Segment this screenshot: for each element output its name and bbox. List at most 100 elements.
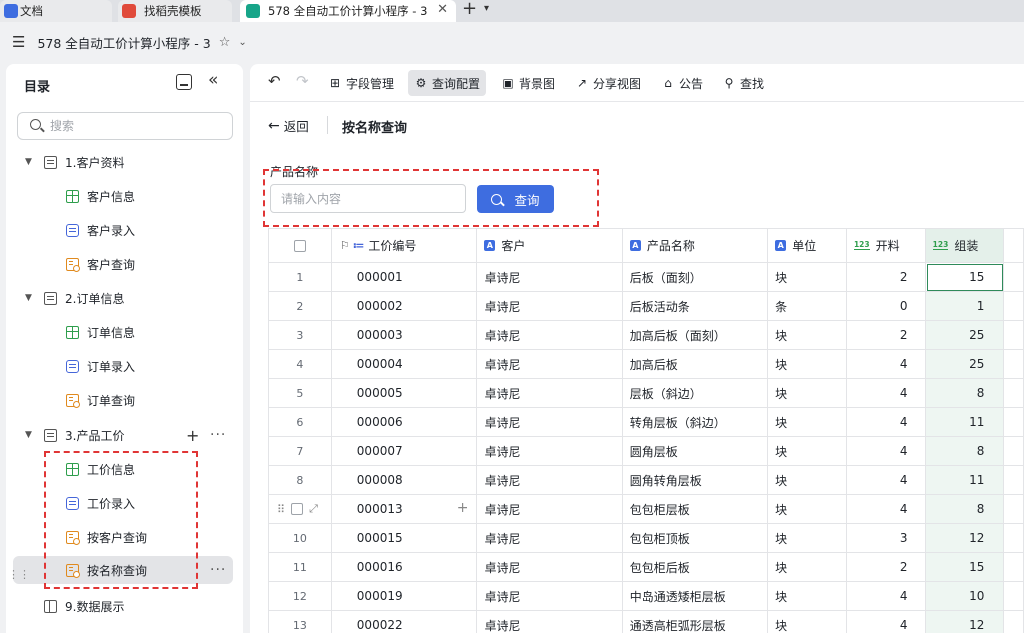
browser-tab-templates[interactable]: 找稻壳模板 bbox=[118, 0, 232, 22]
sidebar-item-customer-query[interactable]: 客户查询 bbox=[6, 250, 243, 278]
cell-customer[interactable]: 卓诗尼 bbox=[477, 292, 623, 321]
cell-cut[interactable]: 4 bbox=[846, 350, 926, 379]
add-icon[interactable]: + bbox=[186, 426, 199, 445]
row-index[interactable]: 6 bbox=[269, 408, 332, 437]
cell-unit[interactable]: 块 bbox=[768, 524, 847, 553]
cell-assemble[interactable]: 8 bbox=[925, 495, 1005, 524]
select-all-checkbox[interactable] bbox=[293, 239, 306, 252]
cell-assemble[interactable]: 8 bbox=[925, 379, 1005, 408]
table-row[interactable]: 1 000001 卓诗尼 后板（面刻） 块 2 15 bbox=[269, 263, 1024, 292]
cell-product[interactable]: 中岛通透矮柜层板 bbox=[622, 582, 769, 611]
cell-product[interactable]: 圆角转角层板 bbox=[622, 466, 769, 495]
cell-code[interactable]: 000022 bbox=[332, 611, 478, 633]
cell-unit[interactable]: 块 bbox=[768, 495, 847, 524]
cell-cut[interactable]: 4 bbox=[846, 437, 926, 466]
table-row[interactable]: 7 000007 卓诗尼 圆角层板 块 4 8 bbox=[269, 437, 1024, 466]
cell-assemble[interactable]: 8 bbox=[925, 437, 1005, 466]
query-button[interactable]: 查询 bbox=[477, 185, 554, 213]
cell-assemble[interactable]: 15 bbox=[925, 553, 1005, 582]
collapse-sidebar-icon[interactable]: « bbox=[208, 70, 219, 90]
cell-product[interactable]: 后板（面刻） bbox=[622, 263, 769, 292]
cell-assemble[interactable]: 11 bbox=[925, 408, 1005, 437]
find-button[interactable]: ⚲ 查找 bbox=[716, 70, 770, 96]
product-name-input[interactable] bbox=[270, 184, 466, 213]
sidebar-item-order-entry[interactable]: 订单录入 bbox=[6, 352, 243, 380]
cell-customer[interactable]: 卓诗尼 bbox=[477, 553, 623, 582]
table-row[interactable]: 6 000006 卓诗尼 转角层板（斜边） 块 4 11 bbox=[269, 408, 1024, 437]
table-row[interactable]: ⠿ ⤢ 000013 + 卓诗尼 包包柜层板块 4 8 bbox=[269, 495, 1024, 524]
cell-product[interactable]: 加高后板 bbox=[622, 350, 769, 379]
cell-customer[interactable]: 卓诗尼 bbox=[477, 350, 623, 379]
row-checkbox[interactable] bbox=[291, 503, 304, 515]
caret-down-icon[interactable]: ▼ bbox=[25, 157, 32, 167]
cell-code[interactable]: 000005 bbox=[331, 379, 478, 408]
row-index[interactable]: 12 bbox=[269, 582, 332, 611]
cell-cut[interactable]: 2 bbox=[846, 263, 926, 292]
cell-cut[interactable]: 2 bbox=[846, 553, 926, 582]
background-image-button[interactable]: ▣ 背景图 bbox=[495, 70, 561, 96]
cell-customer[interactable]: 卓诗尼 bbox=[477, 408, 623, 437]
expand-row-icon[interactable]: ⤢ bbox=[309, 502, 318, 516]
table-row[interactable]: 12 000019 卓诗尼 中岛通透矮柜层板 块 4 10 bbox=[269, 582, 1024, 611]
table-row[interactable]: 3 000003 卓诗尼 加高后板（面刻） 块 2 25 bbox=[269, 321, 1024, 350]
sidebar-item-query-by-name[interactable]: 按名称查询 ··· bbox=[13, 556, 233, 584]
cell-product[interactable]: 通透高柜弧形层板 bbox=[623, 611, 769, 633]
cell-code[interactable]: 000008 bbox=[331, 466, 478, 495]
cell-product[interactable]: 包包柜后板 bbox=[622, 553, 769, 582]
hamburger-menu-icon[interactable]: ☰ bbox=[12, 33, 25, 51]
column-header-product[interactable]: A 产品名称 bbox=[622, 229, 769, 263]
add-icon[interactable]: + bbox=[457, 500, 469, 516]
sidebar-item-price-info[interactable]: 工价信息 bbox=[6, 455, 243, 483]
cell-cut[interactable]: 4 bbox=[846, 379, 926, 408]
column-header-cut[interactable]: 123 开料 bbox=[846, 229, 926, 263]
select-all-cell[interactable] bbox=[269, 229, 332, 263]
cell-cut[interactable]: 4 bbox=[846, 408, 926, 437]
cell-customer[interactable]: 卓诗尼 bbox=[477, 611, 623, 633]
cell-customer[interactable]: 卓诗尼 bbox=[477, 321, 623, 350]
cell-unit[interactable]: 块 bbox=[768, 263, 847, 292]
cell-code[interactable]: 000013 + bbox=[331, 495, 478, 524]
table-row[interactable]: 10 000015 卓诗尼 包包柜顶板 块 3 12 bbox=[269, 524, 1024, 553]
announcement-button[interactable]: ⌂ 公告 bbox=[655, 70, 709, 96]
table-row[interactable]: 2 000002 卓诗尼 后板活动条 条 0 1 bbox=[269, 292, 1024, 321]
browser-tab-docs[interactable]: 文档 bbox=[0, 0, 112, 22]
cell-unit[interactable]: 块 bbox=[768, 582, 847, 611]
sidebar-item-dashboard[interactable]: 9.数据展示 bbox=[6, 592, 243, 620]
cell-unit[interactable]: 块 bbox=[768, 611, 847, 633]
cell-code[interactable]: 000004 bbox=[331, 350, 478, 379]
table-row[interactable]: 5 000005 卓诗尼 层板（斜边） 块 4 8 bbox=[269, 379, 1024, 408]
cell-code[interactable]: 000002 bbox=[331, 292, 478, 321]
cell-unit[interactable]: 块 bbox=[768, 379, 847, 408]
cell-unit[interactable]: 条 bbox=[768, 292, 847, 321]
caret-down-icon[interactable]: ▼ bbox=[25, 430, 32, 440]
row-index[interactable]: ⠿ ⤢ bbox=[269, 495, 332, 524]
more-options-icon[interactable]: ··· bbox=[210, 562, 226, 578]
cell-code[interactable]: 000016 bbox=[331, 553, 478, 582]
cell-code[interactable]: 000006 bbox=[331, 408, 478, 437]
cell-unit[interactable]: 块 bbox=[768, 350, 847, 379]
cell-assemble[interactable]: 11 bbox=[925, 466, 1005, 495]
table-row[interactable]: 13 000022 卓诗尼 通透高柜弧形层板 块 4 12 bbox=[269, 611, 1024, 633]
column-header-assemble[interactable]: 123 组装 bbox=[925, 229, 1005, 263]
cell-product[interactable]: 圆角层板 bbox=[622, 437, 769, 466]
document-title[interactable]: 578 全自动工价计算小程序 - 3 bbox=[37, 33, 210, 52]
cell-assemble[interactable]: 25 bbox=[925, 321, 1005, 350]
sidebar-item-price-entry[interactable]: 工价录入 bbox=[6, 489, 243, 517]
row-index[interactable]: 3 bbox=[269, 321, 332, 350]
cell-unit[interactable]: 块 bbox=[768, 466, 847, 495]
column-header-customer[interactable]: A 客户 bbox=[477, 229, 623, 263]
cell-cut[interactable]: 0 bbox=[846, 292, 926, 321]
field-management-button[interactable]: ⊞ 字段管理 bbox=[322, 70, 400, 96]
cell-cut[interactable]: 4 bbox=[846, 582, 926, 611]
search-input[interactable] bbox=[50, 117, 220, 135]
sidebar-group-customer[interactable]: ▼ 1.客户资料 bbox=[6, 148, 243, 176]
sidebar-item-order-query[interactable]: 订单查询 bbox=[6, 386, 243, 414]
cell-assemble[interactable]: 10 bbox=[925, 582, 1005, 611]
row-index[interactable]: 11 bbox=[269, 553, 332, 582]
cell-cut[interactable]: 4 bbox=[846, 466, 926, 495]
cell-customer[interactable]: 卓诗尼 bbox=[477, 582, 623, 611]
column-header-code[interactable]: ⚐ ≔ 工价编号 bbox=[331, 229, 478, 263]
cell-product[interactable]: 包包柜顶板 bbox=[622, 524, 769, 553]
cell-customer[interactable]: 卓诗尼 bbox=[477, 437, 623, 466]
cell-cut[interactable]: 4 bbox=[846, 495, 926, 524]
